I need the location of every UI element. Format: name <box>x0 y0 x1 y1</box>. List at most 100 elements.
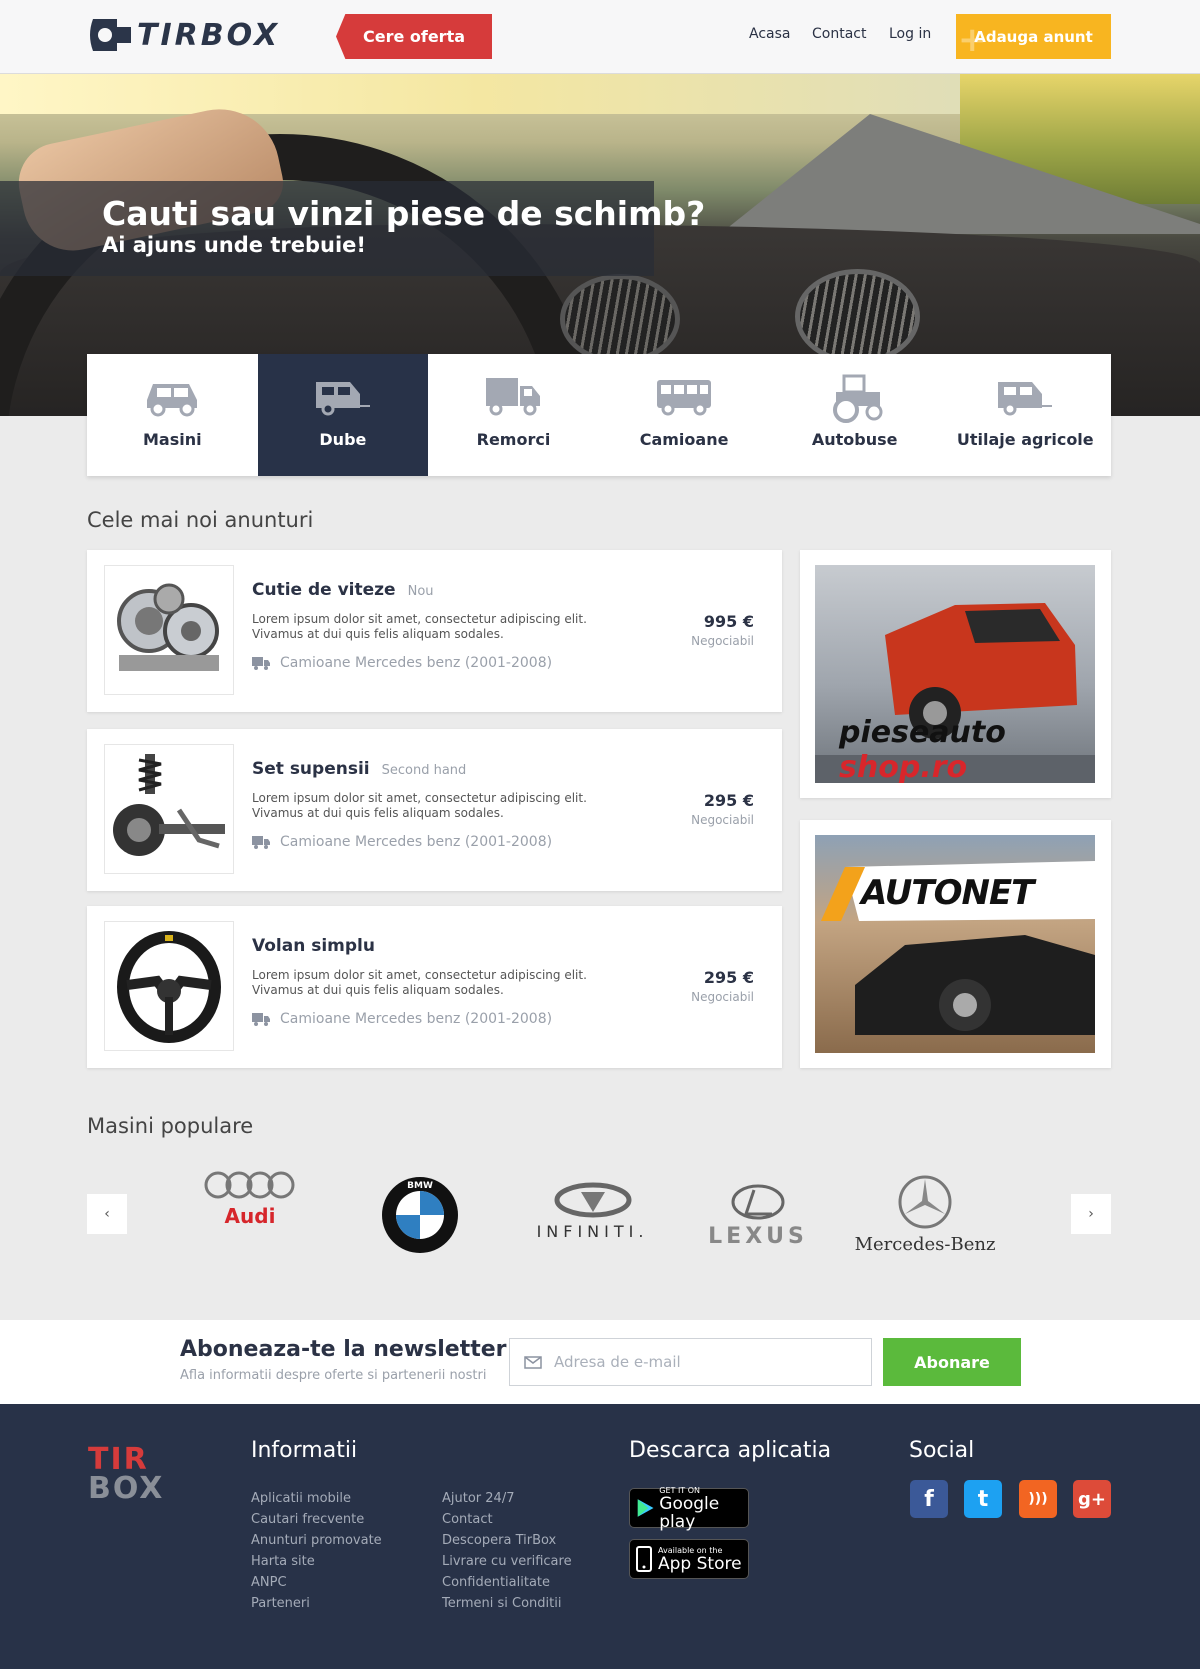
ad-text: pieseauto shop.ro <box>839 715 1006 783</box>
category-label: Utilaje agricole <box>956 430 1094 449</box>
category-bar: Masini Dube Remorci Camioane Autobuse Ut… <box>87 354 1111 476</box>
facebook-icon[interactable]: f <box>910 1480 948 1518</box>
footer-link[interactable]: Descopera TirBox <box>442 1530 572 1551</box>
listing-description: Lorem ipsum dolor sit amet, consectetur … <box>252 968 587 997</box>
category-label: Camioane <box>639 430 729 449</box>
nav-acasa[interactable]: Acasa <box>749 26 790 42</box>
newsletter-subtitle: Afla informatii despre oferte si partene… <box>180 1368 487 1383</box>
google-plus-icon[interactable]: g+ <box>1073 1480 1111 1518</box>
footer-social-title: Social <box>909 1438 975 1463</box>
steering-wheel-image <box>104 921 234 1051</box>
listing-card[interactable]: Volan simplu Lorem ipsum dolor sit amet,… <box>87 906 782 1068</box>
brand-infiniti[interactable]: INFINITI. <box>525 1182 660 1241</box>
brand-name: INFINITI. <box>536 1222 649 1241</box>
category-remorci[interactable]: Remorci <box>428 354 599 476</box>
truck-icon <box>486 378 541 416</box>
footer-logo[interactable]: TIR BOX <box>88 1442 164 1506</box>
latest-section-title: Cele mai noi anunturi <box>87 508 314 532</box>
bus-icon <box>657 380 712 416</box>
footer-link[interactable]: Aplicatii mobile <box>251 1488 382 1509</box>
rss-icon[interactable]: ))) <box>1019 1480 1057 1518</box>
ad-pieseautoshop[interactable]: pieseauto shop.ro <box>800 550 1111 798</box>
cere-oferta-button[interactable]: Cere oferta <box>336 14 492 59</box>
bmw-logo-icon: BMW <box>382 1177 458 1253</box>
google-play-badge[interactable]: GET IT ON Google play <box>629 1486 749 1531</box>
tractor-icon <box>832 374 883 423</box>
listing-description: Lorem ipsum dolor sit amet, consectetur … <box>252 612 587 641</box>
footer-link[interactable]: Confidentialitate <box>442 1572 572 1593</box>
van-icon <box>315 382 370 416</box>
truck-small-icon <box>252 657 270 670</box>
category-camioane[interactable]: Camioane <box>599 354 770 476</box>
footer-link[interactable]: Parteneri <box>251 1593 382 1614</box>
hero-vent <box>560 274 680 364</box>
mercedes-star-icon <box>898 1175 952 1229</box>
footer-link[interactable]: Harta site <box>251 1551 382 1572</box>
header: TIRBOX Cere oferta Acasa Contact Log in … <box>0 0 1200 74</box>
nav-login[interactable]: Log in <box>889 26 931 42</box>
brand-name: Mercedes-Benz <box>854 1234 996 1255</box>
footer-links-col1: Aplicatii mobile Cautari frecvente Anunt… <box>251 1488 382 1614</box>
popular-section-title: Masini populare <box>87 1114 254 1138</box>
footer-link[interactable]: Contact <box>442 1509 572 1530</box>
email-field[interactable]: Adresa de e-mail <box>509 1338 872 1386</box>
twitter-icon[interactable]: t <box>964 1480 1002 1518</box>
gearbox-image <box>104 565 234 695</box>
app-store-badge[interactable]: Available on the App Store <box>629 1539 749 1579</box>
google-play-icon <box>637 1499 654 1517</box>
wrench-logo-icon <box>90 19 131 51</box>
category-label: Autobuse <box>811 430 898 449</box>
carousel-prev-button[interactable]: ‹ <box>87 1194 127 1234</box>
listing-card[interactable]: Set supensii Second hand Lorem ipsum dolo… <box>87 729 782 891</box>
category-masini[interactable]: Masini <box>87 354 258 476</box>
ad-text: AUTONET <box>861 873 1034 913</box>
category-autobuse[interactable]: Autobuse <box>769 354 940 476</box>
brand-lexus[interactable]: LEXUS <box>683 1184 833 1249</box>
audi-rings-icon <box>204 1171 295 1199</box>
car-icon <box>147 384 198 417</box>
listing-negotiable: Negociabil <box>691 634 754 648</box>
plus-icon: + <box>958 20 987 60</box>
brand-name: LEXUS <box>708 1224 808 1249</box>
category-utilaje-agricole[interactable]: Utilaje agricole <box>940 354 1111 476</box>
nav-contact[interactable]: Contact <box>812 26 866 42</box>
truck-small-icon <box>252 836 270 849</box>
footer-link[interactable]: Anunturi promovate <box>251 1530 382 1551</box>
hero-subtitle: Ai ajuns unde trebuie! <box>102 233 366 257</box>
envelope-icon <box>524 1355 542 1369</box>
listing-tag: Nou <box>407 584 434 599</box>
footer-app-title: Descarca aplicatia <box>629 1438 832 1463</box>
brand-bmw[interactable]: BMW <box>378 1175 462 1259</box>
tirbox-logo[interactable]: TIRBOX <box>87 15 317 59</box>
listing-price: 295 € <box>703 791 754 810</box>
listing-tag: Second hand <box>381 763 467 778</box>
ad-autonet[interactable]: AUTONET <box>800 820 1111 1068</box>
category-dube[interactable]: Dube <box>257 354 429 476</box>
brand-mercedes[interactable]: Mercedes-Benz <box>850 1174 1000 1255</box>
email-placeholder: Adresa de e-mail <box>554 1353 681 1371</box>
footer-link[interactable]: Termeni si Conditii <box>442 1593 572 1614</box>
footer-info-title: Informatii <box>251 1438 358 1463</box>
truck-small-icon <box>252 1013 270 1026</box>
footer-link[interactable]: Cautari frecvente <box>251 1509 382 1530</box>
footer-link[interactable]: ANPC <box>251 1572 382 1593</box>
infiniti-logo-icon <box>554 1182 631 1218</box>
listing-title: Set supensii Second hand <box>252 759 467 779</box>
logo-text: TIRBOX <box>137 18 281 53</box>
listing-negotiable: Negociabil <box>691 813 754 827</box>
adauga-anunt-label: Adauga anunt <box>974 27 1093 46</box>
listing-price: 995 € <box>703 612 754 631</box>
ad-image: pieseauto shop.ro <box>815 565 1095 783</box>
subscribe-button[interactable]: Abonare <box>883 1338 1021 1386</box>
listing-description: Lorem ipsum dolor sit amet, consectetur … <box>252 791 587 820</box>
hero-title: Cauti sau vinzi piese de schimb? <box>102 194 706 233</box>
footer-link[interactable]: Ajutor 24/7 <box>442 1488 572 1509</box>
footer-link[interactable]: Livrare cu verificare <box>442 1551 572 1572</box>
footer-logo-bottom: BOX <box>88 1471 165 1506</box>
brand-audi[interactable]: Audi <box>200 1170 300 1228</box>
carousel-next-button[interactable]: › <box>1071 1194 1111 1234</box>
trailer-icon <box>998 382 1053 416</box>
category-label: Dube <box>319 430 367 449</box>
listing-card[interactable]: Cutie de viteze Nou Lorem ipsum dolor sit… <box>87 550 782 712</box>
adauga-anunt-button[interactable]: + Adauga anunt <box>956 14 1111 60</box>
